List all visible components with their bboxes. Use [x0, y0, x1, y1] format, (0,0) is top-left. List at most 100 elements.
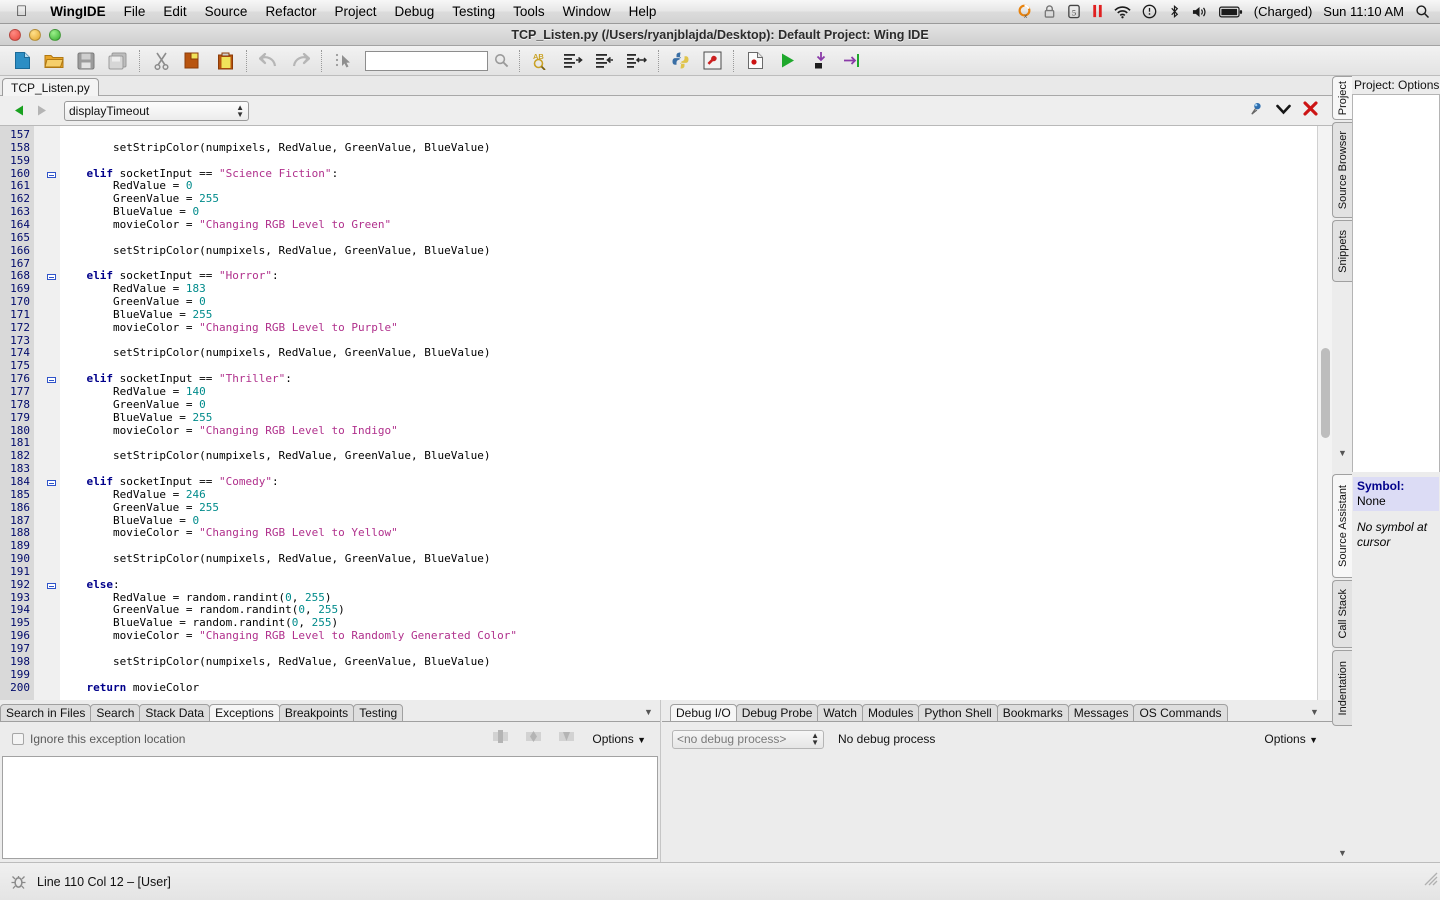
exception-prev-icon[interactable] — [493, 730, 509, 748]
menu-project[interactable]: Project — [325, 0, 385, 24]
clock-warning-icon[interactable] — [1142, 3, 1157, 21]
indent-right-icon[interactable] — [557, 48, 589, 74]
code-editor[interactable]: 157 158 159 160 161 162 163 164 165 166 167 168 169 1… — [0, 126, 1332, 700]
spotlight-search-icon[interactable] — [1415, 3, 1430, 21]
window-resize-grip[interactable] — [1424, 872, 1438, 891]
close-x-icon[interactable] — [1303, 100, 1318, 121]
tab-messages[interactable]: Messages — [1067, 704, 1135, 722]
tab-testing[interactable]: Testing — [353, 704, 404, 722]
menu-file[interactable]: File — [115, 0, 155, 24]
clock-label[interactable]: Sun 11:10 AM — [1323, 4, 1404, 19]
debug-options-button[interactable]: Options ▼ — [1264, 732, 1332, 746]
project-panel-body[interactable] — [1352, 94, 1440, 534]
redo-icon[interactable] — [284, 48, 316, 74]
vtab-indentation[interactable]: Indentation — [1332, 650, 1352, 726]
bottom-panel-splitter[interactable] — [660, 700, 661, 862]
vtab-source-browser[interactable]: Source Browser — [1332, 122, 1352, 218]
exceptions-toolbar: Ignore this exception location Options ▼ — [0, 728, 660, 750]
exceptions-options-button[interactable]: Options ▼ — [592, 732, 646, 746]
tab-os-commands[interactable]: OS Commands — [1133, 704, 1228, 722]
python-shell-icon[interactable] — [664, 48, 696, 74]
file-tab-tcp-listen[interactable]: TCP_Listen.py — [2, 78, 99, 96]
menu-source[interactable]: Source — [196, 0, 257, 24]
pause-icon[interactable] — [1092, 3, 1103, 21]
tab-bookmarks[interactable]: Bookmarks — [996, 704, 1069, 722]
code-fold-toggle[interactable] — [47, 171, 56, 178]
pin-icon[interactable] — [1249, 101, 1264, 121]
tab-stack-data[interactable]: Stack Data — [139, 704, 211, 722]
tools-wrench-icon[interactable] — [696, 48, 728, 74]
menu-refactor[interactable]: Refactor — [256, 0, 325, 24]
lock-icon[interactable] — [1043, 3, 1056, 21]
volume-icon[interactable] — [1192, 3, 1208, 21]
open-folder-icon[interactable] — [38, 48, 70, 74]
copy-icon[interactable] — [177, 48, 209, 74]
step-out-icon[interactable] — [835, 48, 867, 74]
paste-icon[interactable] — [209, 48, 241, 74]
vtab-source-assistant[interactable]: Source Assistant — [1332, 474, 1352, 578]
tab-watch[interactable]: Watch — [817, 704, 863, 722]
vtab-snippets[interactable]: Snippets — [1332, 220, 1352, 282]
menu-debug[interactable]: Debug — [386, 0, 444, 24]
tab-debug-i-o[interactable]: Debug I/O — [670, 704, 737, 722]
run-icon[interactable] — [771, 48, 803, 74]
shield-5-icon[interactable]: 5 — [1067, 3, 1081, 21]
nav-back-arrow-icon[interactable] — [8, 104, 30, 117]
menu-window[interactable]: Window — [554, 0, 620, 24]
tab-exceptions[interactable]: Exceptions — [209, 704, 280, 722]
nav-forward-arrow-icon[interactable] — [30, 104, 52, 117]
tab-debug-probe[interactable]: Debug Probe — [735, 704, 819, 722]
indent-left-icon[interactable] — [589, 48, 621, 74]
ignore-exception-checkbox[interactable] — [12, 733, 24, 745]
code-fold-toggle[interactable] — [47, 479, 56, 486]
step-into-icon[interactable] — [803, 48, 835, 74]
menu-tools[interactable]: Tools — [504, 0, 554, 24]
debug-process-combo[interactable]: <no debug process> ▲ ▼ — [672, 729, 824, 749]
search-icon[interactable] — [488, 53, 514, 68]
menu-wingide[interactable]: WingIDE — [41, 0, 114, 24]
new-file-icon[interactable] — [6, 48, 38, 74]
set-breakpoint-icon[interactable] — [739, 48, 771, 74]
bottom-right-collapse-triangle-down-icon[interactable]: ▼ — [1310, 707, 1319, 717]
tab-python-shell[interactable]: Python Shell — [918, 704, 998, 722]
save-icon[interactable] — [70, 48, 102, 74]
editor-vertical-scrollbar[interactable] — [1317, 126, 1332, 700]
find-replace-icon[interactable]: AB — [525, 48, 557, 74]
code-fold-toggle[interactable] — [47, 377, 56, 384]
indent-both-icon[interactable] — [621, 48, 653, 74]
tab-breakpoints[interactable]: Breakpoints — [278, 704, 355, 722]
menu-testing[interactable]: Testing — [443, 0, 504, 24]
vtab-call-stack[interactable]: Call Stack — [1332, 580, 1352, 648]
search-input[interactable] — [365, 50, 488, 71]
editor-scrollbar-thumb[interactable] — [1321, 348, 1330, 438]
undo-icon[interactable] — [252, 48, 284, 74]
exception-current-icon[interactable] — [526, 730, 542, 748]
bottom-left-collapse-triangle-down-icon[interactable]: ▼ — [644, 707, 653, 717]
menu-help[interactable]: Help — [620, 0, 666, 24]
dropbox-icon[interactable]: x — [1017, 3, 1032, 21]
chevron-down-icon[interactable] — [1276, 102, 1291, 120]
code-fold-toggle[interactable] — [47, 582, 56, 589]
tab-search-in-files[interactable]: Search in Files — [0, 704, 92, 722]
symbol-selector-combo[interactable]: displayTimeout ▲ ▼ — [64, 100, 249, 121]
code-fold-gutter[interactable] — [34, 126, 60, 700]
exception-detail-textarea[interactable] — [2, 756, 658, 859]
bluetooth-icon[interactable] — [1168, 3, 1181, 21]
code-fold-toggle[interactable] — [47, 274, 56, 281]
source-assistant-collapse-triangle-down-icon[interactable]: ▼ — [1338, 848, 1347, 858]
code-line: movieColor = "Changing RGB Level to Rand… — [60, 629, 517, 643]
panel-collapse-triangle-down-icon[interactable]: ▼ — [1338, 448, 1347, 458]
apple-logo-icon[interactable]:  — [16, 4, 27, 19]
wifi-icon[interactable] — [1114, 3, 1131, 21]
battery-icon[interactable] — [1218, 3, 1243, 21]
vtab-project[interactable]: Project — [1332, 76, 1352, 120]
tab-search[interactable]: Search — [90, 704, 141, 722]
menu-edit[interactable]: Edit — [154, 0, 195, 24]
exception-next-icon[interactable] — [559, 730, 575, 748]
code-text-area[interactable]: setStripColor(numpixels, RedValue, Green… — [60, 126, 1312, 700]
select-pointer-icon[interactable] — [327, 48, 359, 74]
cut-icon[interactable] — [145, 48, 177, 74]
vtab-source-browser-label: Source Browser — [1336, 130, 1349, 210]
tab-modules[interactable]: Modules — [861, 704, 920, 722]
save-all-icon[interactable] — [102, 48, 134, 74]
